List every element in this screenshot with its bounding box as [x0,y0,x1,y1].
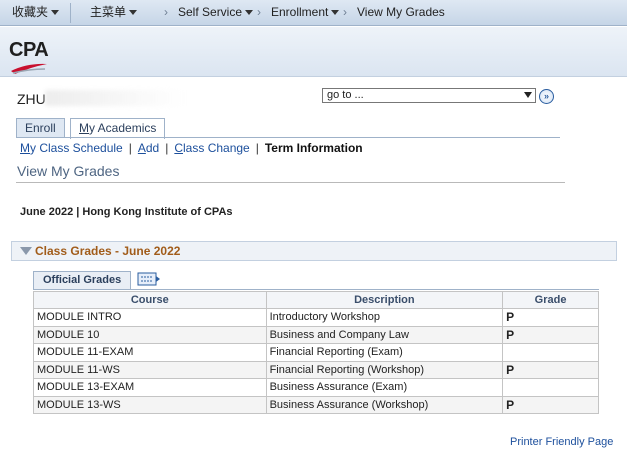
collapse-triangle-icon[interactable] [20,247,32,255]
favorites-label: 收藏夹 [12,5,49,19]
section-title: Class Grades - June 2022 [35,244,181,258]
course-cell: MODULE 13-EXAM [33,378,267,397]
enrollment-menu[interactable]: Enrollment [271,0,340,25]
table-row: MODULE 11-EXAM Financial Reporting (Exam… [33,343,599,362]
description-cell: Business and Company Law [265,325,504,344]
grade-cell: P [502,308,599,327]
goto-select-value: go to ... [327,89,364,101]
redacted-name-area [45,90,185,106]
tab-official-grades-label: Official Grades [43,274,122,286]
my-class-schedule-link[interactable]: My Class Schedule [20,141,123,155]
chevron-down-icon [331,10,340,16]
description-cell: Business Assurance (Exam) [265,378,504,397]
grade-cell: P [502,360,599,379]
link-separator: | [255,141,259,155]
course-cell: MODULE 11-WS [33,360,267,379]
grade-cell: P [502,325,599,344]
student-name: ZHU [17,91,46,107]
class-grades-section-header[interactable]: Class Grades - June 2022 [11,241,617,261]
grade-cell [502,343,599,362]
breadcrumb-chevron-icon: › [257,5,261,19]
tab-divider [16,137,560,138]
top-navigation-bar: 收藏夹 主菜单 › Self Service › Enrollment › Vi… [0,0,627,26]
tab-enroll-label: Enroll [25,121,56,135]
description-cell: Introductory Workshop [265,308,504,327]
show-all-columns-icon[interactable] [137,272,161,286]
main-menu[interactable]: 主菜单 [90,0,138,25]
course-cell: MODULE 10 [33,325,267,344]
table-row: MODULE INTRO Introductory Workshop P [33,308,599,327]
nav-divider [70,3,71,23]
main-menu-label: 主菜单 [90,5,127,19]
grid-tab-divider [33,289,599,290]
class-change-link[interactable]: Class Change [174,141,249,155]
sub-navigation: My Class Schedule | Add | Class Change | Term … [20,141,363,155]
page-title: View My Grades [17,163,120,179]
grades-table: Course Description Grade MODULE INTRO In… [33,291,599,414]
logo-swoosh-icon [11,63,47,74]
double-chevron-right-icon: » [543,91,549,101]
enrollment-label: Enrollment [271,5,329,19]
goto-select[interactable]: go to ... [322,88,536,103]
column-header-grade: Grade [502,291,599,309]
description-cell: Financial Reporting (Workshop) [265,360,504,379]
term-information-current: Term Information [264,141,363,155]
table-row: MODULE 11-WS Financial Reporting (Worksh… [33,360,599,379]
tab-enroll[interactable]: Enroll [16,118,65,138]
title-divider [16,182,565,183]
chevron-down-icon [129,10,138,16]
table-row: MODULE 13-WS Business Assurance (Worksho… [33,395,599,414]
cpa-logo: CPA [7,39,55,77]
tab-my-academics[interactable]: My Academics [70,118,166,139]
link-separator: | [165,141,169,155]
column-header-description: Description [265,291,504,309]
logo-text: CPA [9,39,49,61]
course-cell: MODULE 13-WS [33,395,267,414]
breadcrumb-chevron-icon: › [164,5,168,19]
link-separator: | [128,141,132,155]
table-row: MODULE 13-EXAM Business Assurance (Exam) [33,378,599,397]
goto-forward-button[interactable]: » [539,89,554,104]
description-cell: Business Assurance (Workshop) [265,395,504,414]
chevron-down-icon [245,10,254,16]
table-header-row: Course Description Grade [33,291,599,309]
course-cell: MODULE INTRO [33,308,267,327]
chevron-down-icon [524,92,532,98]
printer-friendly-link[interactable]: Printer Friendly Page [510,436,613,448]
table-row: MODULE 10 Business and Company Law P [33,325,599,344]
header-banner: CPA [0,27,627,77]
description-cell: Financial Reporting (Exam) [265,343,504,362]
grade-cell [502,378,599,397]
self-service-menu[interactable]: Self Service [178,0,254,25]
favorites-menu[interactable]: 收藏夹 [12,0,60,25]
add-link[interactable]: Add [138,141,159,155]
grade-cell: P [502,395,599,414]
term-heading: June 2022 | Hong Kong Institute of CPAs [20,206,233,218]
chevron-down-icon [51,10,60,16]
breadcrumb-chevron-icon: › [343,5,347,19]
course-cell: MODULE 11-EXAM [33,343,267,362]
breadcrumb-current[interactable]: View My Grades [357,0,445,25]
tab-my-academics-label: My Academics [79,121,157,135]
column-header-course: Course [33,291,267,309]
self-service-label: Self Service [178,5,243,19]
tab-official-grades[interactable]: Official Grades [33,271,132,289]
